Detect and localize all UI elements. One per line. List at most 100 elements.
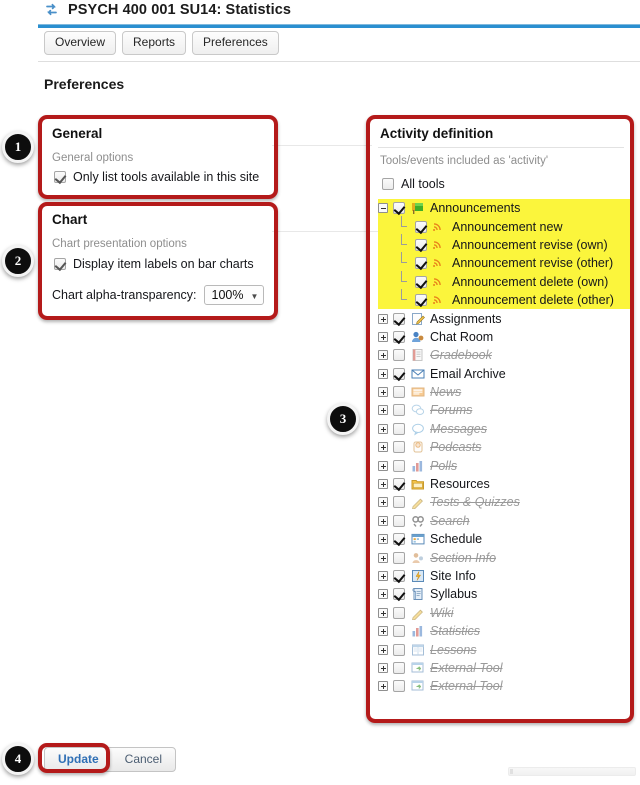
tree-row[interactable]: Section Info: [378, 548, 634, 566]
tree-row[interactable]: Lessons: [378, 640, 634, 658]
tree-elbow-icon: [396, 270, 412, 289]
only-list-tools-row[interactable]: Only list tools available in this site: [44, 170, 272, 184]
tree-row[interactable]: External Tool: [378, 659, 634, 677]
expand-icon[interactable]: [378, 662, 388, 673]
tree-row[interactable]: Announcement revise (own): [378, 233, 634, 255]
tree-row[interactable]: Resources: [378, 475, 634, 493]
tree-row[interactable]: Wiki: [378, 604, 634, 622]
expand-icon[interactable]: [378, 644, 388, 655]
all-tools-row[interactable]: All tools: [372, 177, 628, 191]
expand-icon[interactable]: [378, 350, 388, 361]
tree-row[interactable]: Schedule: [378, 530, 634, 548]
tree-row-checkbox[interactable]: [393, 202, 405, 215]
scrollbar-thumb[interactable]: [510, 769, 513, 774]
tree-row[interactable]: Search: [378, 512, 634, 530]
resources-icon: [411, 477, 425, 491]
tab-overview[interactable]: Overview: [44, 31, 117, 55]
tree-row[interactable]: Chat Room: [378, 328, 634, 346]
tree-row[interactable]: Tests & Quizzes: [378, 493, 634, 511]
tab-reports[interactable]: Reports: [122, 31, 187, 55]
only-list-tools-checkbox[interactable]: [54, 171, 66, 183]
tree-row-checkbox[interactable]: [393, 367, 405, 380]
tree-row-checkbox[interactable]: [393, 625, 405, 638]
tree-row[interactable]: Podcasts: [378, 438, 634, 456]
tree-row-checkbox[interactable]: [415, 294, 427, 307]
expand-icon[interactable]: [378, 331, 388, 342]
tree-row-checkbox[interactable]: [415, 238, 427, 251]
tree-row-checkbox[interactable]: [393, 459, 405, 472]
expand-icon[interactable]: [378, 368, 388, 379]
tree-row-checkbox[interactable]: [415, 257, 427, 270]
expand-icon[interactable]: [378, 681, 388, 692]
expand-icon[interactable]: [378, 479, 388, 490]
tree-row-checkbox[interactable]: [393, 422, 405, 435]
alpha-transparency-select[interactable]: 100% ▼: [203, 285, 265, 305]
tree-row-checkbox[interactable]: [393, 606, 405, 619]
tree-row-checkbox[interactable]: [393, 386, 405, 399]
tree-row-checkbox[interactable]: [393, 551, 405, 564]
callout-badge-1: 1: [2, 131, 34, 163]
tree-row[interactable]: Announcement delete (own): [378, 270, 634, 291]
expand-icon[interactable]: [378, 313, 388, 324]
expand-icon[interactable]: [378, 552, 388, 563]
tree-row[interactable]: External Tool: [378, 677, 634, 695]
chat-icon: [411, 330, 425, 344]
tree-row[interactable]: News: [378, 383, 634, 401]
app-header: PSYCH 400 001 SU14: Statistics Overview …: [0, 0, 640, 62]
tab-preferences[interactable]: Preferences: [192, 31, 279, 55]
expand-icon[interactable]: [378, 515, 388, 526]
tree-row-checkbox[interactable]: [393, 349, 405, 362]
tree-row-label: Polls: [430, 458, 458, 473]
tree-row[interactable]: Statistics: [378, 622, 634, 640]
tree-row-label: Tests & Quizzes: [430, 495, 520, 510]
tree-row-checkbox[interactable]: [393, 312, 405, 325]
expand-icon[interactable]: [378, 534, 388, 545]
tree-row-checkbox[interactable]: [393, 441, 405, 454]
expand-icon[interactable]: [378, 626, 388, 637]
tree-row-checkbox[interactable]: [393, 588, 405, 601]
tree-row-checkbox[interactable]: [393, 330, 405, 343]
expand-icon[interactable]: [378, 442, 388, 453]
tree-row-checkbox[interactable]: [393, 514, 405, 527]
tree-row[interactable]: Announcements: [378, 199, 634, 218]
tree-row-label: Announcement delete (own): [452, 274, 609, 289]
tree-row[interactable]: Polls: [378, 456, 634, 474]
expand-icon[interactable]: [378, 405, 388, 416]
horizontal-scrollbar[interactable]: [508, 767, 636, 776]
expand-icon[interactable]: [378, 607, 388, 618]
display-item-labels-checkbox[interactable]: [54, 258, 66, 270]
tree-row-checkbox[interactable]: [393, 680, 405, 693]
tree-row[interactable]: Assignments: [378, 309, 634, 327]
tree-row[interactable]: Announcement delete (other): [378, 289, 634, 310]
tree-row-checkbox[interactable]: [393, 533, 405, 546]
expand-icon[interactable]: [378, 387, 388, 398]
expand-icon[interactable]: [378, 571, 388, 581]
tree-row-checkbox[interactable]: [393, 643, 405, 656]
expand-icon[interactable]: [378, 423, 388, 434]
collapse-icon[interactable]: [378, 203, 388, 214]
tree-row-checkbox[interactable]: [415, 275, 427, 288]
tree-row-checkbox[interactable]: [393, 570, 405, 582]
alpha-transparency-label: Chart alpha-transparency:: [52, 288, 197, 302]
expand-icon[interactable]: [378, 589, 388, 600]
tree-row-checkbox[interactable]: [415, 220, 427, 233]
tree-row[interactable]: Site Info: [378, 567, 634, 585]
display-item-labels-row[interactable]: Display item labels on bar charts: [44, 257, 272, 271]
tree-row-checkbox[interactable]: [393, 478, 405, 491]
cancel-button[interactable]: Cancel: [112, 748, 175, 771]
tree-row[interactable]: Forums: [378, 401, 634, 419]
tree-row[interactable]: Announcement new: [378, 215, 634, 236]
all-tools-checkbox[interactable]: [382, 178, 394, 190]
tree-row-checkbox[interactable]: [393, 496, 405, 509]
tree-row-label: Resources: [430, 477, 490, 492]
expand-icon[interactable]: [378, 497, 388, 508]
update-button[interactable]: Update: [45, 748, 112, 771]
tree-row[interactable]: Syllabus: [378, 585, 634, 603]
tree-row[interactable]: Announcement revise (other): [378, 252, 634, 273]
expand-icon[interactable]: [378, 460, 388, 471]
tree-row[interactable]: Email Archive: [378, 365, 634, 383]
tree-row[interactable]: Gradebook: [378, 346, 634, 364]
tree-row[interactable]: Messages: [378, 420, 634, 438]
tree-row-checkbox[interactable]: [393, 404, 405, 417]
tree-row-checkbox[interactable]: [393, 661, 405, 674]
